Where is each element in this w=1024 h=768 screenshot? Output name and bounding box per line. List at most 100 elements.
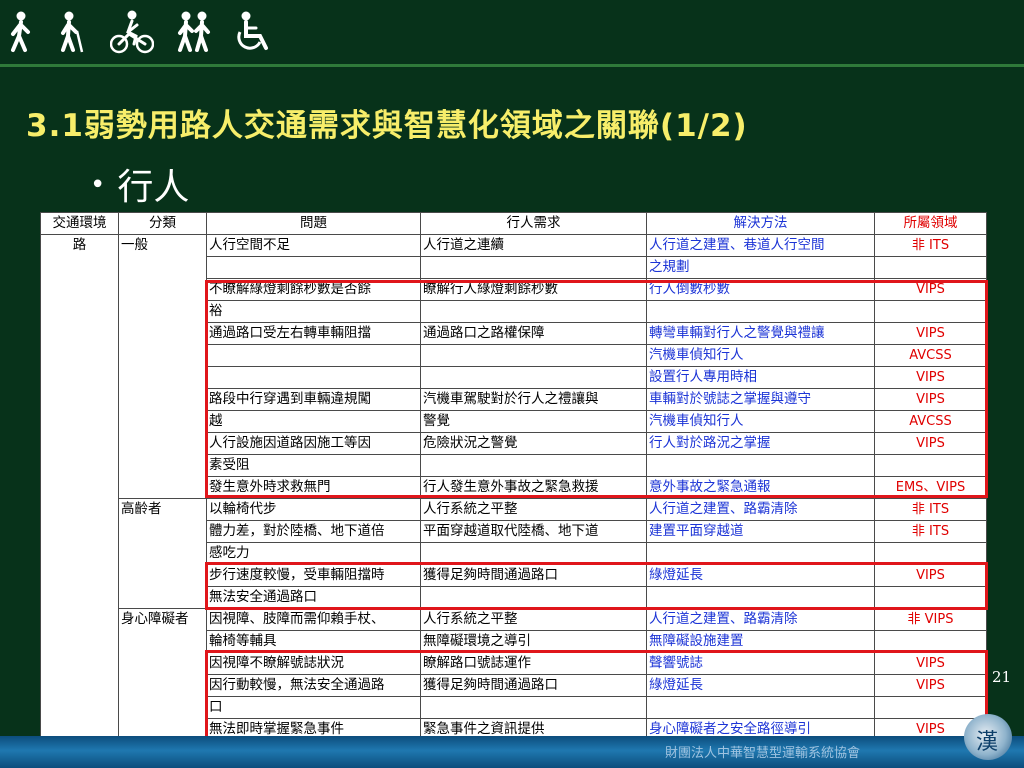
problem-cell	[206, 256, 421, 279]
domain-cell	[874, 542, 987, 565]
problem-cell: 素受阻	[206, 454, 421, 477]
solution-cell: 人行道之建置、路霸清除	[646, 608, 875, 631]
problem-cell: 人行設施因道路因施工等因	[206, 432, 421, 455]
solution-cell	[646, 696, 875, 719]
domain-cell: 非 ITS	[874, 520, 987, 543]
problem-cell: 通過路口受左右轉車輛阻擋	[206, 322, 421, 345]
table-row: 身心障礙者 因視障、肢障而需仰賴手杖、 人行系統之平整 人行道之建置、路霸清除 …	[41, 608, 987, 741]
solution-cell	[646, 542, 875, 565]
needs-table-wrapper: 交通環境 分類 問題 行人需求 解決方法 所屬領域 路 一般 人行空間不足 人行…	[40, 212, 987, 741]
page-number: 21	[992, 668, 1012, 686]
problem-cell: 無法安全通過路口	[206, 586, 421, 609]
problem-cell: 因行動較慢，無法安全通過路	[206, 674, 421, 697]
domain-cell: VIPS	[874, 366, 987, 389]
category-cell: 身心障礙者	[118, 608, 207, 741]
solution-cell: 聲響號誌	[646, 652, 875, 675]
need-cell	[420, 366, 647, 389]
cyclist-icon	[110, 10, 154, 54]
need-cell: 平面穿越道取代陸橋、地下道	[420, 520, 647, 543]
table-row: 路 一般 人行空間不足 人行道之連續 人行道之建置、巷道人行空間 非 ITS	[40, 234, 987, 741]
problem-cell: 發生意外時求救無門	[206, 476, 421, 499]
solution-cell: 人行道之建置、巷道人行空間	[646, 234, 875, 257]
bullet-text: 行人	[117, 167, 190, 208]
walking-person-icon	[11, 11, 30, 52]
header-solution: 解決方法	[646, 212, 875, 235]
domain-cell: VIPS	[874, 322, 987, 345]
domain-cell: 非 ITS	[874, 234, 987, 257]
walking-with-cane-icon	[61, 11, 84, 53]
need-cell: 通過路口之路權保障	[420, 322, 647, 345]
category-cell: 一般	[118, 234, 207, 499]
solution-cell	[646, 454, 875, 477]
solution-cell: 無障礙設施建置	[646, 630, 875, 653]
need-cell: 危險狀況之警覺	[420, 432, 647, 455]
solution-cell: 綠燈延長	[646, 564, 875, 587]
header-category: 分類	[118, 212, 207, 235]
need-cell: 獲得足夠時間通過路口	[420, 674, 647, 697]
solution-cell: 車輛對於號誌之掌握與遵守	[646, 388, 875, 411]
problem-cell: 輪椅等輔具	[206, 630, 421, 653]
domain-cell: VIPS	[874, 674, 987, 697]
problem-cell: 因視障、肢障而需仰賴手杖、	[206, 608, 421, 631]
header-divider	[0, 64, 1024, 67]
footer-band	[0, 736, 1024, 768]
table-header-row: 交通環境 分類 問題 行人需求 解決方法 所屬領域	[40, 212, 987, 235]
problem-cell: 裕	[206, 300, 421, 323]
env-cell: 路	[40, 234, 119, 741]
need-cell: 人行系統之平整	[420, 608, 647, 631]
problem-cell	[206, 344, 421, 367]
domain-cell: AVCSS	[874, 410, 987, 433]
need-cell	[420, 586, 647, 609]
problem-cell: 因視障不瞭解號誌狀況	[206, 652, 421, 675]
icon-bar	[6, 6, 274, 58]
solution-cell: 行人倒數秒數	[646, 278, 875, 301]
need-cell: 行人發生意外事故之緊急救援	[420, 476, 647, 499]
need-cell: 人行道之連續	[420, 234, 647, 257]
needs-table: 交通環境 分類 問題 行人需求 解決方法 所屬領域 路 一般 人行空間不足 人行…	[40, 212, 987, 741]
need-cell	[420, 542, 647, 565]
problem-cell: 步行速度較慢，受車輛阻擋時	[206, 564, 421, 587]
need-cell: 汽機車駕駛對於行人之禮讓與	[420, 388, 647, 411]
need-cell: 警覺	[420, 410, 647, 433]
domain-cell: VIPS	[874, 432, 987, 455]
problem-cell: 體力差，對於陸橋、地下道倍	[206, 520, 421, 543]
domain-cell	[874, 300, 987, 323]
solution-cell	[646, 586, 875, 609]
domain-cell	[874, 586, 987, 609]
domain-cell	[874, 630, 987, 653]
solution-cell: 之規劃	[646, 256, 875, 279]
problem-cell: 路段中行穿遇到車輛違規闖	[206, 388, 421, 411]
table-row: 高齡者 以輪椅代步 人行系統之平整 人行道之建置、路霸清除 非 ITS	[41, 498, 987, 609]
solution-cell: 人行道之建置、路霸清除	[646, 498, 875, 521]
problem-cell: 口	[206, 696, 421, 719]
need-cell: 瞭解行人綠燈剩餘秒數	[420, 278, 647, 301]
domain-cell: VIPS	[874, 278, 987, 301]
domain-cell: 非 ITS	[874, 498, 987, 521]
solution-cell: 建置平面穿越道	[646, 520, 875, 543]
bullet-item: • 行人	[90, 158, 189, 210]
need-cell: 人行系統之平整	[420, 498, 647, 521]
pedestrian-pair-icon	[178, 11, 210, 52]
domain-cell: AVCSS	[874, 344, 987, 367]
solution-cell: 行人對於路況之掌握	[646, 432, 875, 455]
need-cell	[420, 344, 647, 367]
need-cell	[420, 256, 647, 279]
organization-logo: 漢	[964, 714, 1012, 760]
domain-cell	[874, 696, 987, 719]
need-cell: 無障礙環境之導引	[420, 630, 647, 653]
need-cell: 瞭解路口號誌運作	[420, 652, 647, 675]
problem-cell: 以輪椅代步	[206, 498, 421, 521]
need-cell	[420, 696, 647, 719]
header-problem: 問題	[206, 212, 421, 235]
header-env: 交通環境	[40, 212, 119, 235]
footer-text: 財團法人中華智慧型運輸系統協會	[665, 746, 861, 761]
solution-cell: 綠燈延長	[646, 674, 875, 697]
problem-cell: 不瞭解綠燈剩餘秒數是否餘	[206, 278, 421, 301]
solution-cell: 意外事故之緊急通報	[646, 476, 875, 499]
slide-title: 3.1弱勢用路人交通需求與智慧化領域之關聯(1/2)	[26, 108, 748, 144]
domain-cell: VIPS	[874, 652, 987, 675]
solution-cell: 轉彎車輛對行人之警覺與禮讓	[646, 322, 875, 345]
need-cell	[420, 300, 647, 323]
problem-cell: 越	[206, 410, 421, 433]
domain-cell	[874, 454, 987, 477]
